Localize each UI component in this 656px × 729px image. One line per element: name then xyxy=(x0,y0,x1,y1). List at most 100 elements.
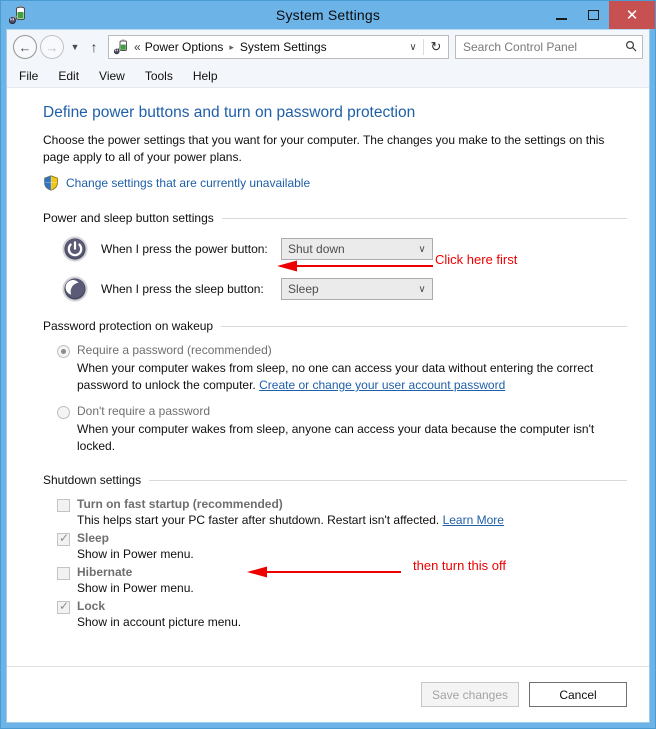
search-box[interactable]: Search Control Panel xyxy=(455,35,643,59)
up-arrow-icon: ↑ xyxy=(90,39,98,55)
menu-help[interactable]: Help xyxy=(193,69,218,83)
no-password-description: When your computer wakes from sleep, any… xyxy=(77,422,595,453)
power-plug-icon xyxy=(114,39,127,55)
system-settings-window: System Settings ✕ ← → ▼ ↑ « Power Option… xyxy=(0,0,656,729)
hibernate-row[interactable]: Hibernate xyxy=(57,565,627,580)
hibernate-label: Hibernate xyxy=(77,565,133,579)
breadcrumb-system-settings[interactable]: System Settings xyxy=(240,40,327,54)
annotation-text-turn-this-off: then turn this off xyxy=(413,558,506,573)
address-bar[interactable]: « Power Options ▸ System Settings ∨ ↻ xyxy=(108,35,449,59)
sleep-button-action-select[interactable]: Sleep ∨ xyxy=(281,278,433,300)
section-power-buttons-header: Power and sleep button settings xyxy=(43,211,627,225)
search-input[interactable]: Search Control Panel xyxy=(456,40,620,54)
menu-tools[interactable]: Tools xyxy=(145,69,173,83)
power-button-label: When I press the power button: xyxy=(101,242,268,256)
hibernate-checkbox[interactable] xyxy=(57,567,70,580)
minimize-button[interactable] xyxy=(545,1,577,29)
lock-label: Lock xyxy=(77,599,106,613)
close-icon: ✕ xyxy=(625,6,639,24)
require-password-description: When your computer wakes from sleep, no … xyxy=(77,360,627,394)
address-overflow-chevrons[interactable]: « xyxy=(134,40,141,54)
sleep-button-setting-row: When I press the sleep button: Sleep ∨ xyxy=(61,275,627,303)
hibernate-description: Show in Power menu. xyxy=(77,581,194,595)
search-icon xyxy=(620,40,642,55)
content-pane: Define power buttons and turn on passwor… xyxy=(7,88,649,666)
section-password-protection-header: Password protection on wakeup xyxy=(43,319,627,333)
cancel-button[interactable]: Cancel xyxy=(529,682,627,707)
learn-more-link[interactable]: Learn More xyxy=(443,513,504,527)
back-arrow-icon: ← xyxy=(18,39,32,55)
navigation-bar: ← → ▼ ↑ « Power Options ▸ System Setting… xyxy=(7,30,649,64)
create-change-password-link[interactable]: Create or change your user account passw… xyxy=(259,378,505,392)
sleep-description: Show in Power menu. xyxy=(77,547,194,561)
fast-startup-row[interactable]: Turn on fast startup (recommended) xyxy=(57,497,627,512)
recent-locations-button[interactable]: ▼ xyxy=(67,42,83,52)
fast-startup-description: This helps start your PC faster after sh… xyxy=(77,513,627,527)
address-dropdown-button[interactable]: ∨ xyxy=(403,42,423,53)
section-password-protection-label: Password protection on wakeup xyxy=(43,319,214,333)
section-divider xyxy=(221,325,627,327)
window-controls: ✕ xyxy=(545,1,655,29)
chevron-down-icon: ▼ xyxy=(70,42,80,52)
power-button-action-value: Shut down xyxy=(288,242,345,256)
lock-description: Show in account picture menu. xyxy=(77,615,242,629)
lock-row[interactable]: Lock xyxy=(57,599,627,614)
password-options: Require a password (recommended) When yo… xyxy=(57,343,627,455)
fast-startup-desc-text: This helps start your PC faster after sh… xyxy=(77,513,443,527)
minimize-icon xyxy=(555,17,567,20)
sleep-button-label: When I press the sleep button: xyxy=(101,282,264,296)
menu-edit[interactable]: Edit xyxy=(58,69,79,83)
section-divider xyxy=(221,217,627,219)
section-divider xyxy=(149,479,627,481)
title-bar[interactable]: System Settings ✕ xyxy=(1,1,655,29)
power-plug-icon xyxy=(9,5,25,25)
sleep-label: Sleep xyxy=(77,531,110,545)
change-settings-row[interactable]: Change settings that are currently unava… xyxy=(43,175,627,191)
sleep-moon-icon xyxy=(62,276,88,302)
require-password-label: Require a password (recommended) xyxy=(77,343,272,357)
no-password-label: Don't require a password xyxy=(77,404,211,418)
breadcrumb-power-options[interactable]: Power Options xyxy=(145,40,224,54)
power-button-action-select[interactable]: Shut down ∨ xyxy=(281,238,433,260)
page-title: Define power buttons and turn on passwor… xyxy=(43,104,416,121)
refresh-icon[interactable]: ↻ xyxy=(423,39,448,55)
fast-startup-checkbox[interactable] xyxy=(57,499,70,512)
section-shutdown-label: Shutdown settings xyxy=(43,473,142,487)
fast-startup-label: Turn on fast startup (recommended) xyxy=(77,497,283,511)
sleep-checkbox[interactable] xyxy=(57,531,70,546)
menu-file[interactable]: File xyxy=(19,69,38,83)
dialog-footer: Save changes Cancel xyxy=(7,666,649,722)
require-password-option[interactable]: Require a password (recommended) xyxy=(57,343,627,358)
change-unavailable-settings-link[interactable]: Change settings that are currently unava… xyxy=(66,176,310,190)
lock-checkbox[interactable] xyxy=(57,599,70,614)
breadcrumb-separator-icon[interactable]: ▸ xyxy=(229,42,234,53)
require-password-radio[interactable] xyxy=(57,345,70,358)
save-changes-button[interactable]: Save changes xyxy=(421,682,519,707)
menu-view[interactable]: View xyxy=(99,69,125,83)
chevron-down-icon: ∨ xyxy=(418,283,426,295)
annotation-text-click-here-first: Click here first xyxy=(435,252,518,267)
no-password-option[interactable]: Don't require a password xyxy=(57,404,627,419)
client-area: ← → ▼ ↑ « Power Options ▸ System Setting… xyxy=(6,29,650,723)
maximize-button[interactable] xyxy=(577,1,609,29)
back-button[interactable]: ← xyxy=(13,35,37,59)
section-shutdown-header: Shutdown settings xyxy=(43,473,627,487)
power-button-setting-row: When I press the power button: Shut down… xyxy=(61,235,627,263)
shutdown-options: Turn on fast startup (recommended) This … xyxy=(57,497,627,629)
power-button-icon xyxy=(62,236,88,262)
save-changes-label: Save changes xyxy=(431,687,509,702)
close-button[interactable]: ✕ xyxy=(609,1,655,29)
page-intro: Choose the power settings that you want … xyxy=(43,133,605,164)
sleep-button-action-value: Sleep xyxy=(288,282,319,296)
chevron-down-icon: ∨ xyxy=(418,243,426,255)
up-button[interactable]: ↑ xyxy=(85,39,103,55)
section-power-buttons-label: Power and sleep button settings xyxy=(43,211,214,225)
menu-bar: File Edit View Tools Help xyxy=(7,64,649,88)
forward-button[interactable]: → xyxy=(40,35,64,59)
cancel-label: Cancel xyxy=(559,687,597,702)
forward-arrow-icon: → xyxy=(45,39,59,55)
maximize-icon xyxy=(587,10,599,20)
uac-shield-icon xyxy=(44,175,58,191)
no-password-radio[interactable] xyxy=(57,406,70,419)
sleep-row[interactable]: Sleep xyxy=(57,531,627,546)
